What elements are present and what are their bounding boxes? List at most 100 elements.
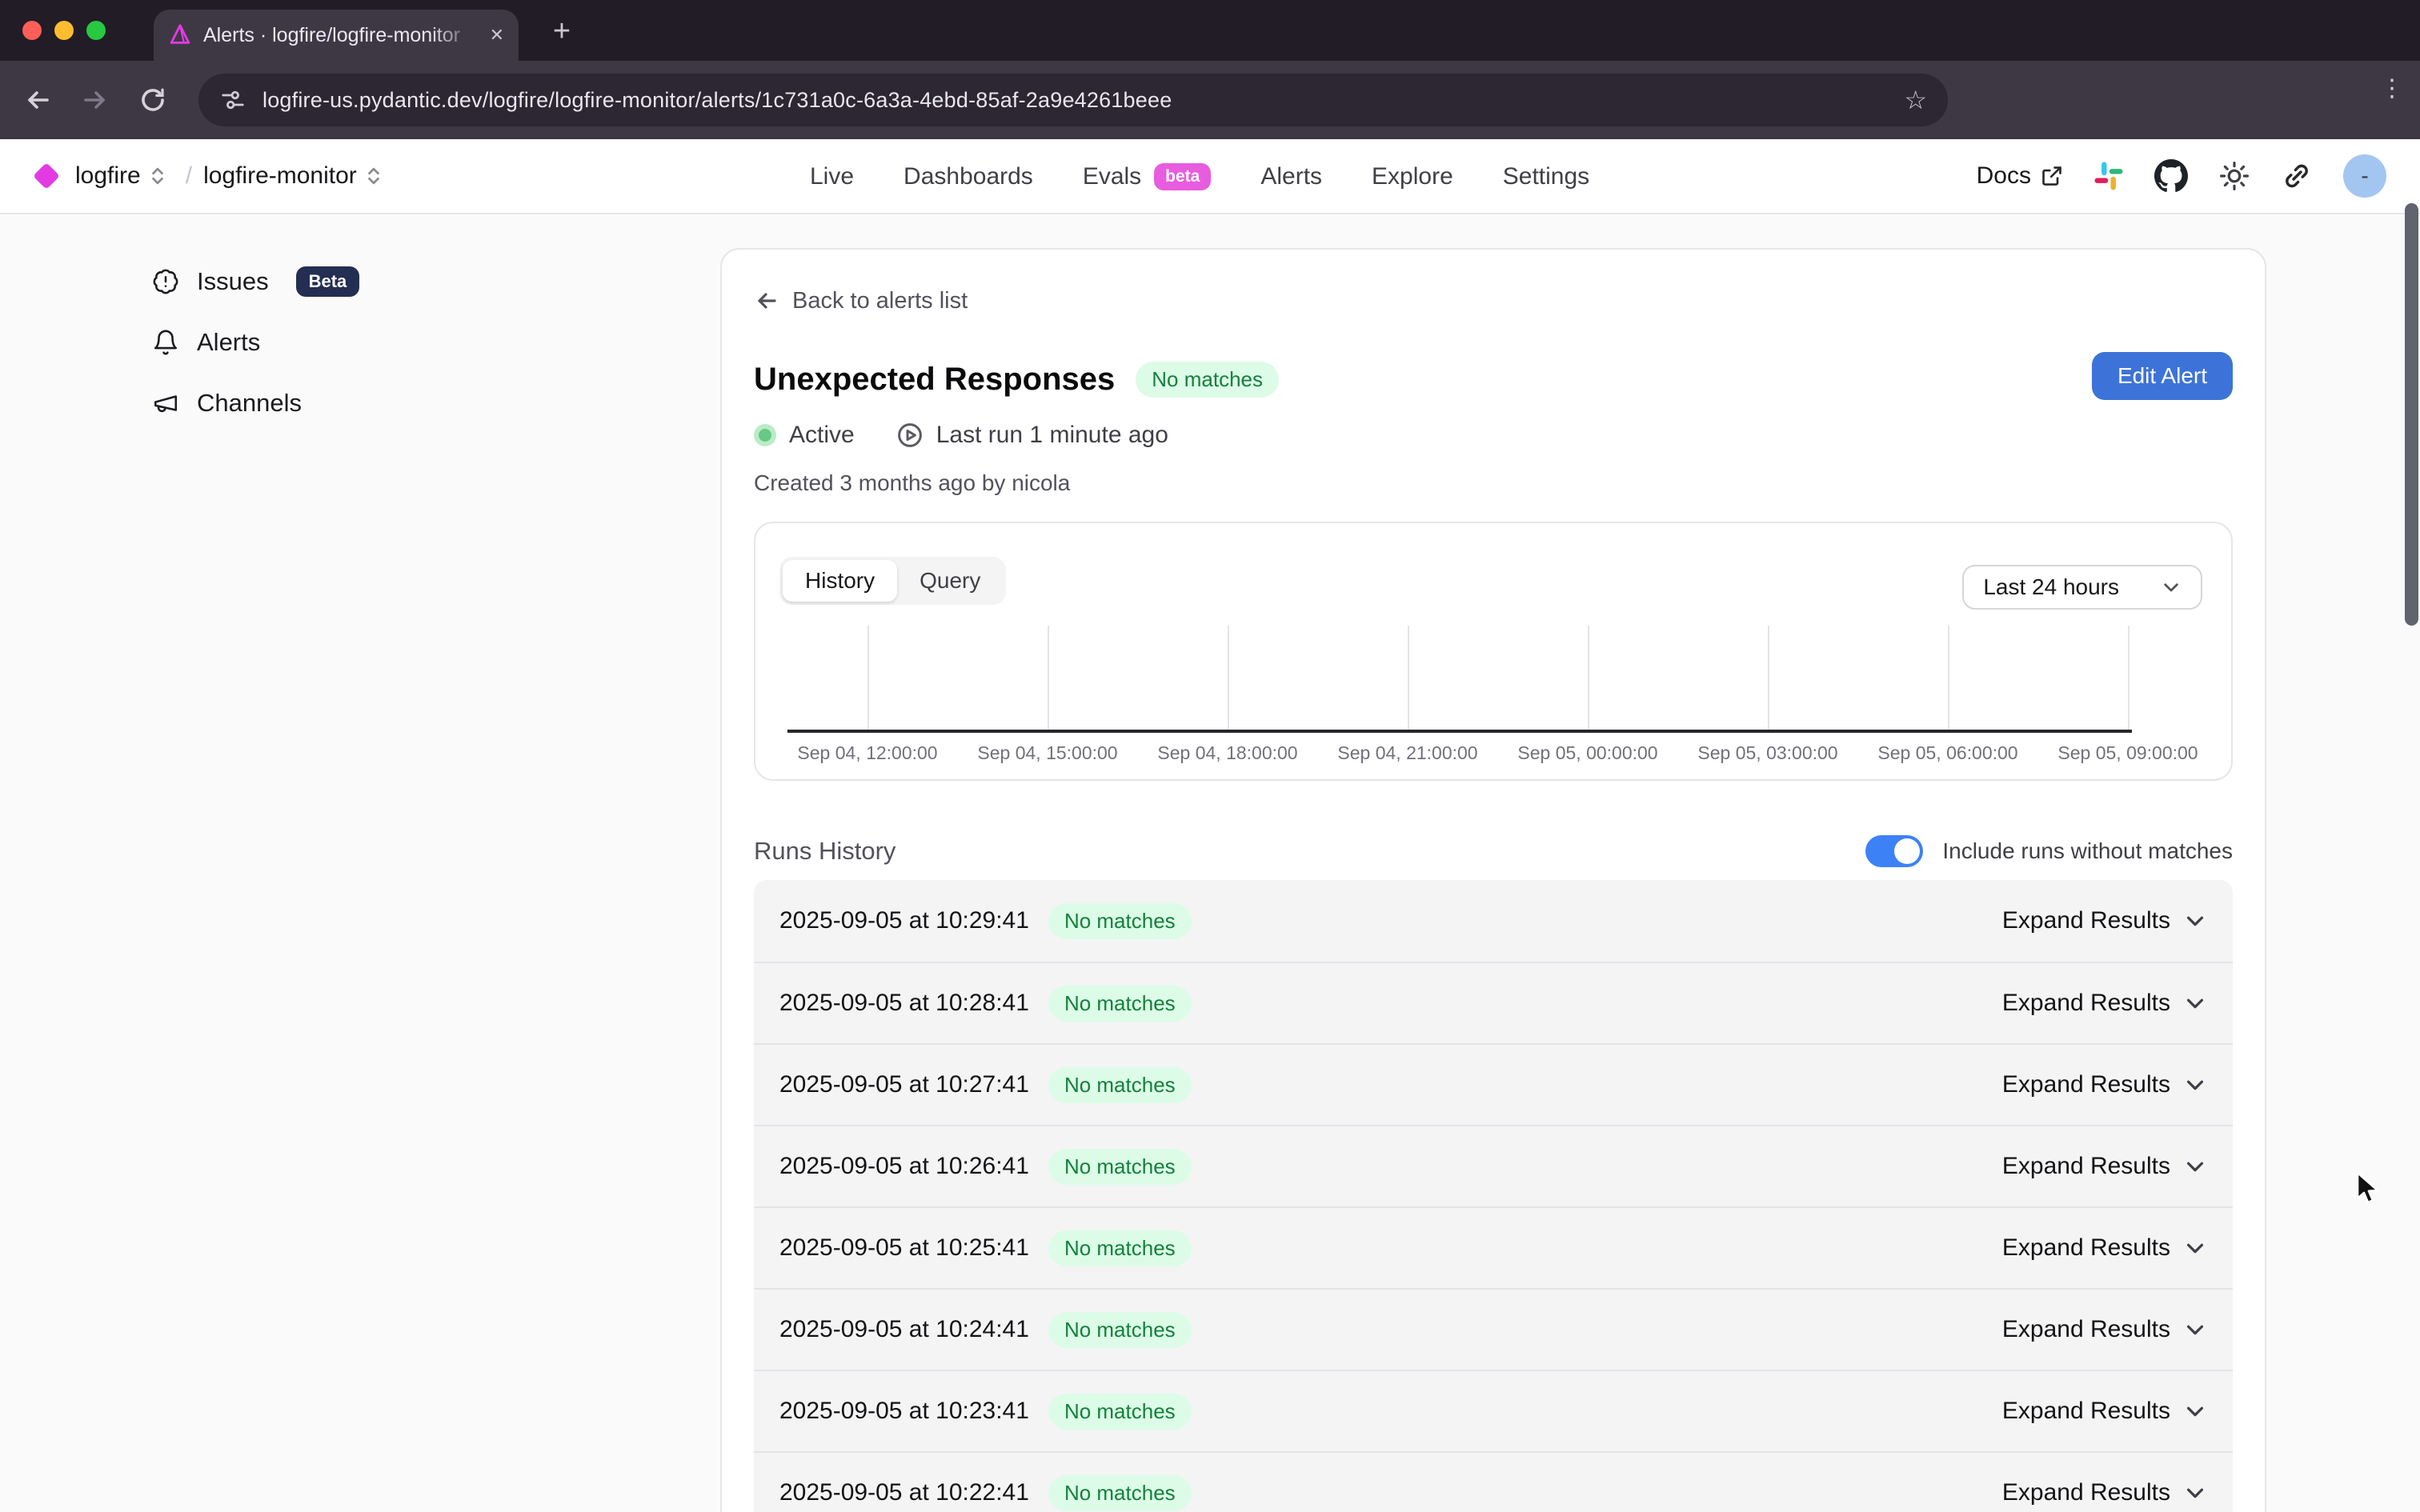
chevron-down-icon (2183, 1154, 2207, 1178)
nav-settings[interactable]: Settings (1503, 163, 1589, 190)
expand-results-button[interactable]: Expand Results (2002, 1479, 2207, 1506)
run-row[interactable]: 2025-09-05 at 10:25:41 No matches Expand… (754, 1206, 2233, 1288)
slack-icon[interactable] (2093, 161, 2124, 191)
created-by-label: Created 3 months ago by nicola (754, 470, 2233, 498)
run-timestamp: 2025-09-05 at 10:27:41 (779, 1071, 1029, 1098)
bookmark-star-icon[interactable]: ☆ (1904, 85, 1927, 115)
expand-results-button[interactable]: Expand Results (2002, 1153, 2207, 1180)
github-icon[interactable] (2154, 159, 2188, 193)
run-row[interactable]: 2025-09-05 at 10:24:41 No matches Expand… (754, 1288, 2233, 1370)
arrow-left-icon (754, 288, 779, 314)
expand-results-label: Expand Results (2002, 1479, 2170, 1506)
minimize-window-button[interactable] (54, 21, 74, 40)
expand-results-button[interactable]: Expand Results (2002, 990, 2207, 1017)
project-selector[interactable]: logfire-monitor (203, 162, 357, 190)
docs-link[interactable]: Docs (1977, 162, 2063, 190)
nav-explore[interactable]: Explore (1372, 163, 1453, 190)
nav-alerts[interactable]: Alerts (1260, 163, 1322, 190)
x-axis-tick-label: Sep 04, 15:00:00 (977, 742, 1117, 764)
theme-sun-icon[interactable] (2218, 160, 2250, 192)
back-link-label: Back to alerts list (792, 288, 968, 314)
chart-gridline (1408, 626, 1409, 730)
expand-results-label: Expand Results (2002, 1153, 2170, 1180)
alert-status-row: Active Last run 1 minute ago (754, 421, 2233, 450)
zoom-window-button[interactable] (86, 21, 106, 40)
run-row[interactable]: 2025-09-05 at 10:28:41 No matches Expand… (754, 962, 2233, 1043)
chevron-down-icon (2183, 1236, 2207, 1260)
chart-gridline (1588, 626, 1589, 730)
chevron-down-icon (2183, 991, 2207, 1015)
chart-gridline (867, 626, 869, 730)
header-right: Docs - (1977, 154, 2386, 198)
project-selector-chevrons-icon[interactable] (365, 166, 383, 186)
org-selector-chevrons-icon[interactable] (149, 166, 166, 186)
x-axis-line (787, 730, 2132, 733)
expand-results-button[interactable]: Expand Results (2002, 907, 2207, 934)
chart-gridline (1228, 626, 1229, 730)
history-card: Sep 04, 12:00:00Sep 04, 15:00:00Sep 04, … (754, 522, 2233, 781)
new-tab-button[interactable]: + (541, 11, 583, 53)
sidebar-item-channels[interactable]: Channels (152, 379, 359, 427)
sidebar-item-label: Channels (197, 389, 302, 418)
tab-close-icon[interactable]: ✕ (490, 26, 504, 44)
run-row[interactable]: 2025-09-05 at 10:22:41 No matches Expand… (754, 1451, 2233, 1512)
last-run-label: Last run 1 minute ago (936, 422, 1168, 449)
active-status-dot (754, 424, 776, 446)
browser-menu-icon[interactable]: ⋮ (2380, 83, 2396, 94)
alert-title: Unexpected Responses (754, 362, 1115, 398)
run-timestamp: 2025-09-05 at 10:22:41 (779, 1479, 1029, 1506)
run-timestamp: 2025-09-05 at 10:25:41 (779, 1234, 1029, 1262)
chevron-down-icon (2183, 1481, 2207, 1505)
run-row[interactable]: 2025-09-05 at 10:23:41 No matches Expand… (754, 1370, 2233, 1451)
run-status-badge: No matches (1048, 1475, 1192, 1511)
sidebar: Issues Beta Alerts Channels (152, 258, 359, 427)
history-query-tabs: History Query (779, 557, 1006, 605)
site-settings-icon[interactable] (221, 88, 245, 112)
expand-results-button[interactable]: Expand Results (2002, 1234, 2207, 1262)
address-bar[interactable]: logfire-us.pydantic.dev/logfire/logfire-… (198, 74, 1948, 126)
tab-history[interactable]: History (783, 560, 897, 602)
reload-icon[interactable] (131, 78, 174, 122)
nav-dashboards[interactable]: Dashboards (903, 163, 1033, 190)
time-range-select[interactable]: Last 24 hours (1962, 565, 2202, 610)
sidebar-item-issues[interactable]: Issues Beta (152, 258, 359, 306)
expand-results-label: Expand Results (2002, 1234, 2170, 1262)
run-timestamp: 2025-09-05 at 10:23:41 (779, 1398, 1029, 1425)
chevron-down-icon (2183, 909, 2207, 933)
back-icon[interactable] (16, 78, 59, 122)
browser-tab[interactable]: Alerts · logfire/logfire-monitor ✕ (154, 10, 519, 61)
runs-list: 2025-09-05 at 10:29:41 No matches Expand… (754, 880, 2233, 1512)
expand-results-button[interactable]: Expand Results (2002, 1071, 2207, 1098)
chevron-down-icon (2161, 577, 2182, 598)
nav-evals[interactable]: Evals beta (1083, 163, 1212, 190)
include-runs-toggle[interactable] (1865, 835, 1923, 867)
nav-live[interactable]: Live (810, 163, 854, 190)
docs-label: Docs (1977, 162, 2031, 190)
sidebar-item-label: Alerts (197, 328, 260, 357)
x-axis-tick-label: Sep 05, 00:00:00 (1517, 742, 1657, 764)
expand-results-button[interactable]: Expand Results (2002, 1398, 2207, 1425)
back-to-alerts-link[interactable]: Back to alerts list (754, 285, 2233, 317)
expand-results-button[interactable]: Expand Results (2002, 1316, 2207, 1343)
expand-results-label: Expand Results (2002, 907, 2170, 934)
share-link-icon[interactable] (2281, 160, 2313, 192)
expand-results-label: Expand Results (2002, 1071, 2170, 1098)
org-selector[interactable]: logfire (75, 162, 141, 190)
close-window-button[interactable] (22, 21, 42, 40)
edit-alert-button[interactable]: Edit Alert (2092, 352, 2233, 400)
time-range-value: Last 24 hours (1983, 574, 2119, 600)
include-runs-toggle-wrap: Include runs without matches (1865, 835, 2233, 867)
forward-icon[interactable] (74, 78, 117, 122)
tab-favicon-logfire-icon (168, 23, 192, 47)
run-row[interactable]: 2025-09-05 at 10:27:41 No matches Expand… (754, 1043, 2233, 1125)
user-avatar[interactable]: - (2343, 154, 2386, 198)
tab-query[interactable]: Query (897, 560, 1003, 602)
run-row[interactable]: 2025-09-05 at 10:29:41 No matches Expand… (754, 880, 2233, 962)
run-status-badge: No matches (1048, 903, 1192, 939)
alert-detail-panel: Back to alerts list Unexpected Responses… (720, 248, 2266, 1512)
run-row[interactable]: 2025-09-05 at 10:26:41 No matches Expand… (754, 1125, 2233, 1206)
sidebar-item-alerts[interactable]: Alerts (152, 318, 359, 366)
alert-status-badge: No matches (1136, 362, 1279, 398)
nav-evals-label: Evals (1083, 163, 1141, 190)
page-scrollbar-thumb[interactable] (2405, 203, 2418, 626)
